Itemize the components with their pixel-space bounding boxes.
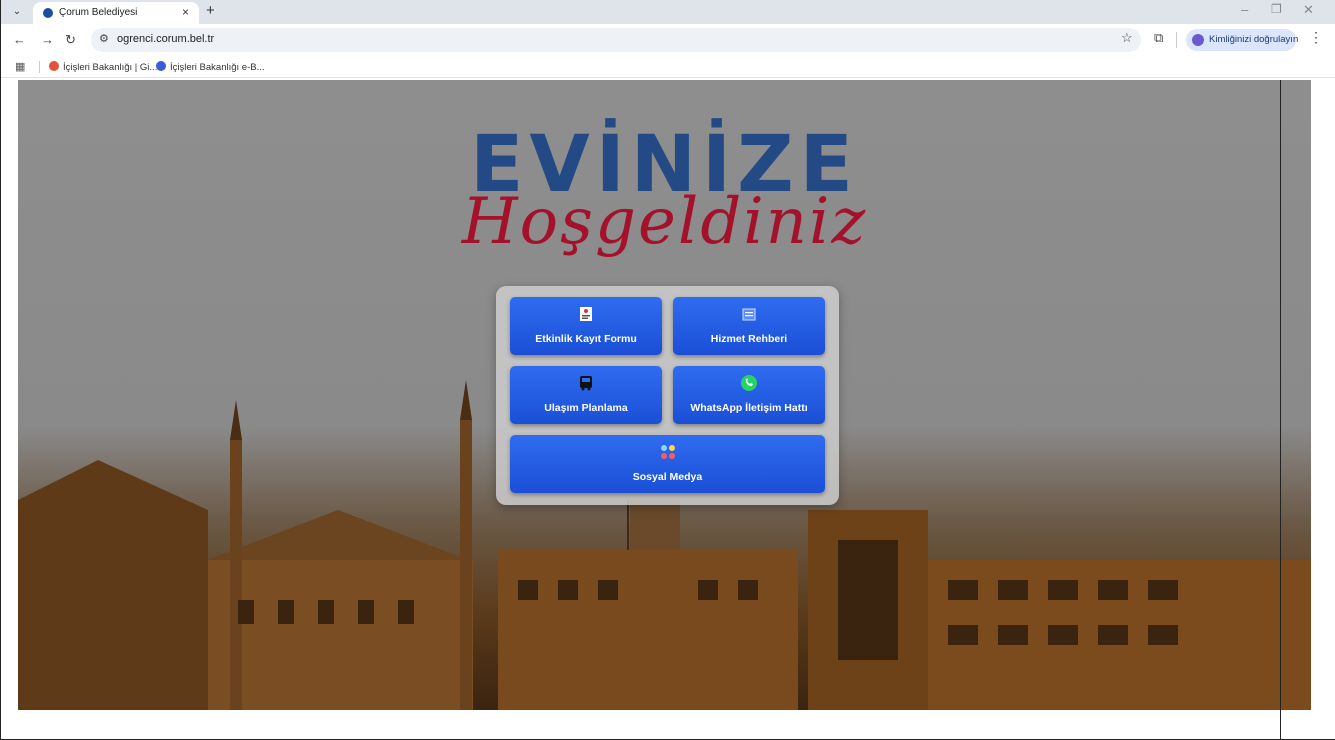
page-viewport: EVİNİZE Hoşgeldiniz Etkinlik Kayıt Formu… (18, 80, 1311, 710)
transport-planning-button[interactable]: Ulaşım Planlama (510, 366, 662, 424)
url-text[interactable]: ogrenci.corum.bel.tr (117, 33, 214, 45)
profile-label: Kimliğinizi doğrulayın (1209, 34, 1299, 45)
maximize-icon[interactable]: ❐ (1271, 2, 1282, 16)
browser-toolbar: ← → ↻ ⚙ ogrenci.corum.bel.tr ☆ ⧉ Kimliği… (1, 24, 1335, 56)
screen-divider (1280, 80, 1281, 740)
service-guide-button[interactable]: Hizmet Rehberi (673, 297, 825, 355)
browser-tab[interactable]: Çorum Belediyesi × (33, 2, 199, 24)
toolbar-divider (1176, 32, 1177, 48)
button-label: WhatsApp İletişim Hattı (690, 402, 808, 414)
bookmark-item[interactable]: İçişleri Bakanlığı e-B... (156, 61, 265, 73)
whatsapp-line-button[interactable]: WhatsApp İletişim Hattı (673, 366, 825, 424)
event-registration-button[interactable]: Etkinlik Kayıt Formu (510, 297, 662, 355)
site-favicon-icon (43, 8, 53, 18)
bookmark-star-icon[interactable]: ☆ (1121, 30, 1133, 46)
menu-panel: Etkinlik Kayıt Formu Hizmet Rehberi Ulaş… (496, 286, 839, 505)
bookmarks-divider (39, 61, 40, 73)
new-tab-button[interactable]: + (206, 2, 215, 19)
back-icon[interactable]: ← (13, 32, 26, 47)
extensions-icon[interactable]: ⧉ (1154, 30, 1163, 46)
bookmark-item[interactable]: İçişleri Bakanlığı | Gi... (49, 61, 157, 73)
button-label: Hizmet Rehberi (710, 333, 788, 345)
tab-strip: ⌄ Çorum Belediyesi × + – ❐ ✕ (1, 0, 1335, 24)
bookmark-label: İçişleri Bakanlığı e-B... (170, 62, 265, 73)
address-bar[interactable]: ⚙ ogrenci.corum.bel.tr (91, 28, 1141, 52)
screen-frame: ⌄ Çorum Belediyesi × + – ❐ ✕ ← → ↻ ⚙ ogr… (0, 0, 1335, 740)
guide-icon (742, 308, 756, 321)
form-icon (580, 307, 592, 321)
button-label: Ulaşım Planlama (544, 402, 628, 414)
window-close-icon[interactable]: ✕ (1303, 2, 1314, 18)
browser-menu-icon[interactable]: ⋮ (1309, 29, 1323, 46)
social-media-button[interactable]: Sosyal Medya (510, 435, 825, 493)
bookmark-favicon-icon (49, 61, 59, 71)
bookmark-label: İçişleri Bakanlığı | Gi... (63, 62, 158, 73)
bookmark-favicon-icon (156, 61, 166, 71)
bookmarks-bar: ▦ İçişleri Bakanlığı | Gi... İçişleri Ba… (1, 56, 1335, 78)
tab-close-icon[interactable]: × (182, 5, 189, 19)
hero-subtitle: Hoşgeldiniz (461, 185, 868, 259)
site-info-icon[interactable]: ⚙ (99, 32, 109, 45)
social-media-icon (660, 445, 675, 459)
forward-icon[interactable]: → (41, 32, 54, 47)
whatsapp-icon (741, 375, 757, 391)
tab-title: Çorum Belediyesi (59, 7, 138, 18)
button-label: Etkinlik Kayıt Formu (535, 333, 637, 345)
apps-grid-icon[interactable]: ▦ (15, 60, 25, 73)
reload-icon[interactable]: ↻ (65, 32, 76, 48)
profile-button[interactable]: Kimliğinizi doğrulayın (1186, 29, 1299, 51)
bus-icon (580, 376, 592, 391)
tab-search-chevron-icon[interactable]: ⌄ (9, 4, 25, 20)
profile-avatar-icon (1192, 34, 1204, 46)
minimize-icon[interactable]: – (1241, 2, 1248, 17)
button-label: Sosyal Medya (632, 471, 703, 483)
